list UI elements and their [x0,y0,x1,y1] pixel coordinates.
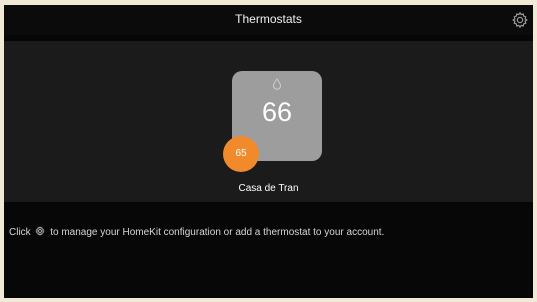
title-bar: Thermostats [4,5,533,35]
settings-button[interactable] [511,11,529,29]
help-text: Click to manage your HomeKit configurati… [9,226,384,238]
thermostat-name: Casa de Tran [238,183,299,194]
help-text-start: Click [9,227,31,238]
gear-icon [35,226,45,236]
water-drop-icon [272,78,282,90]
setpoint-badge[interactable]: 65 [223,136,259,172]
thermostats-screen: Thermostats 66 65 Casa de Tran Click to … [4,5,533,298]
gear-icon [512,11,528,29]
help-text-end: to manage your HomeKit configuration or … [50,227,385,238]
current-temperature: 66 [261,97,293,127]
page-title: Thermostats [235,12,302,26]
thermostat-panel: 66 65 Casa de Tran [4,41,533,202]
